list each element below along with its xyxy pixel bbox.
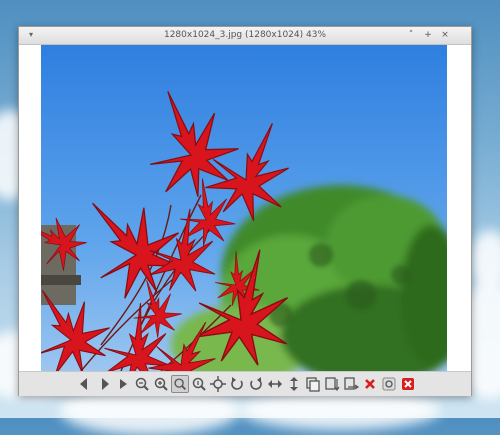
flip-vertical-button[interactable]: [285, 375, 303, 393]
maximize-button[interactable]: +: [422, 29, 434, 41]
preferences-button[interactable]: [380, 375, 398, 393]
toolbar: [19, 371, 471, 396]
fullscreen-icon: [210, 376, 226, 392]
slideshow-icon: [120, 379, 127, 389]
rotate-left-icon: [231, 377, 243, 390]
open-file-button[interactable]: [304, 375, 322, 393]
zoom-out-icon: [135, 377, 149, 391]
flip-horizontal-icon: [268, 380, 282, 388]
title-bar[interactable]: ▾ 1280x1024_3.jpg (1280x1024) 43% ˄ + ×: [19, 27, 471, 45]
photo-image: [41, 45, 447, 371]
flip-horizontal-button[interactable]: [266, 375, 284, 393]
minimize-button[interactable]: ˄: [405, 29, 417, 41]
window-menu-icon[interactable]: ▾: [25, 29, 37, 41]
image-canvas[interactable]: [19, 45, 471, 371]
delete-icon: [365, 379, 375, 389]
quit-button[interactable]: [399, 375, 417, 393]
preferences-icon: [382, 377, 396, 391]
zoom-original-button[interactable]: [190, 375, 208, 393]
zoom-in-button[interactable]: [152, 375, 170, 393]
rotate-left-button[interactable]: [228, 375, 246, 393]
zoom-fit-button[interactable]: [171, 375, 189, 393]
delete-button[interactable]: [361, 375, 379, 393]
next-button[interactable]: [95, 375, 113, 393]
save-button[interactable]: [323, 375, 341, 393]
previous-icon: [80, 378, 87, 390]
rotate-right-icon: [250, 377, 262, 390]
close-button[interactable]: ×: [439, 29, 451, 41]
quit-icon: [402, 378, 414, 390]
zoom-out-button[interactable]: [133, 375, 151, 393]
fullscreen-button[interactable]: [209, 375, 227, 393]
zoom-original-icon: [192, 377, 206, 391]
next-icon: [102, 378, 109, 390]
zoom-in-icon: [154, 377, 168, 391]
open-file-icon: [306, 377, 320, 392]
rotate-right-button[interactable]: [247, 375, 265, 393]
save-as-icon: [344, 377, 360, 390]
save-icon: [325, 377, 340, 392]
slideshow-button[interactable]: [114, 375, 132, 393]
flip-vertical-icon: [290, 377, 298, 391]
save-as-button[interactable]: [342, 375, 360, 393]
previous-button[interactable]: [76, 375, 94, 393]
image-viewer-window: ▾ 1280x1024_3.jpg (1280x1024) 43% ˄ + ×: [18, 26, 472, 396]
toolbar-buttons: [76, 375, 417, 393]
window-title: 1280x1024_3.jpg (1280x1024) 43%: [163, 30, 327, 40]
zoom-fit-icon: [174, 378, 186, 390]
